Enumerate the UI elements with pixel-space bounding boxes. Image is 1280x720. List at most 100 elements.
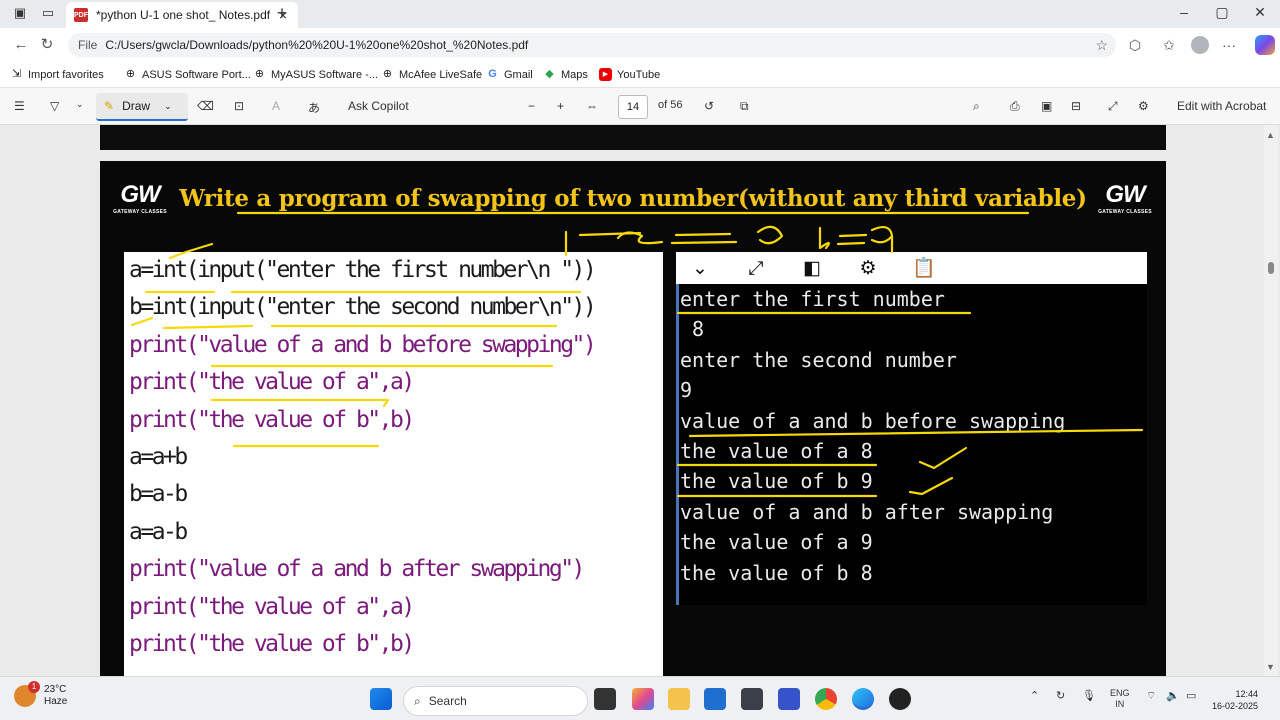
code-panel: a=int(input("enter the first number\n ")…: [124, 252, 663, 676]
taskbar-search[interactable]: ⌕ Search: [403, 686, 588, 716]
output-line: enter the second number: [680, 347, 957, 372]
fav-gmail[interactable]: G Gmail: [486, 68, 533, 81]
close-window-button[interactable]: ✕: [1250, 4, 1270, 21]
zoom-out-icon[interactable]: −: [528, 99, 535, 113]
new-tab-button[interactable]: +: [272, 3, 292, 23]
app-icon[interactable]: [741, 688, 763, 710]
zoom-in-icon[interactable]: +: [557, 99, 564, 113]
search-icon[interactable]: ⌕: [973, 99, 980, 114]
workspaces-icon[interactable]: ▣: [12, 5, 28, 21]
print-icon[interactable]: ⎙: [1010, 99, 1020, 114]
settings-icon[interactable]: ⚙: [1138, 99, 1149, 113]
page-view-icon[interactable]: ⧉: [740, 99, 749, 114]
fav-asus[interactable]: ⊕ ASUS Software Port...: [124, 68, 251, 81]
output-line: the value of a 9: [680, 530, 873, 555]
fav-label: Maps: [561, 68, 588, 81]
tab-actions-icon[interactable]: ▭: [40, 5, 56, 21]
weather-badge: 1: [28, 681, 40, 693]
fav-label: ASUS Software Port...: [142, 68, 251, 81]
clipboard-icon: 📋: [912, 258, 936, 279]
microphone-icon[interactable]: 🎙: [1082, 689, 1096, 702]
app-icon[interactable]: [889, 688, 911, 710]
fav-maps[interactable]: ◆ Maps: [543, 68, 588, 81]
pdf-icon: PDF: [74, 8, 88, 22]
fav-label: McAfee LiveSafe: [399, 68, 483, 81]
output-line: 8: [680, 317, 705, 342]
url-text: C:/Users/gwcla/Downloads/python%20%20U-1…: [105, 38, 529, 52]
fullscreen-icon[interactable]: ⤢: [1108, 99, 1118, 114]
search-icon: ⌕: [414, 693, 421, 708]
output-line: the value of b 9: [680, 469, 873, 494]
fav-myasus[interactable]: ⊕ MyASUS Software -...: [253, 68, 378, 81]
maximize-button[interactable]: ▢: [1212, 4, 1232, 21]
refresh-icon[interactable]: ↻: [38, 36, 56, 54]
lang-label: ENG: [1110, 688, 1130, 698]
rotate-icon[interactable]: ↺: [704, 99, 714, 113]
google-icon: G: [488, 68, 497, 80]
fav-mcafee[interactable]: ⊕ McAfee LiveSafe: [381, 68, 482, 81]
scrollbar[interactable]: [1264, 125, 1278, 676]
volume-icon[interactable]: 🔈: [1166, 689, 1180, 702]
save-as-icon[interactable]: ⊟: [1071, 99, 1081, 113]
edit-with-acrobat-button[interactable]: Edit with Acrobat: [1177, 99, 1266, 113]
page-number-input[interactable]: 14: [618, 95, 648, 119]
youtube-icon: ▶: [599, 68, 612, 81]
weather-widget[interactable]: 1 23°C Haze: [14, 681, 67, 708]
store-icon[interactable]: [704, 688, 726, 710]
fav-import[interactable]: ⇲ Import favorites: [10, 68, 104, 81]
language-indicator[interactable]: ENG IN: [1110, 688, 1130, 710]
scroll-thumb[interactable]: [1268, 262, 1274, 274]
read-aloud-icon[interactable]: A: [272, 99, 280, 113]
task-view-icon[interactable]: [594, 688, 616, 710]
minimize-button[interactable]: –: [1174, 4, 1194, 20]
battery-icon[interactable]: ▭: [1186, 689, 1196, 702]
save-icon[interactable]: ▣: [1041, 99, 1052, 113]
draw-button[interactable]: ✎ Draw ⌄: [96, 93, 188, 121]
extensions-icon[interactable]: ⬡: [1126, 36, 1144, 54]
translate-icon[interactable]: あ: [308, 99, 320, 116]
favorite-star-icon[interactable]: ☆: [1095, 37, 1108, 54]
previous-page-edge: [100, 125, 1166, 150]
profile-avatar[interactable]: [1191, 36, 1209, 54]
globe-icon: ⊕: [254, 68, 265, 80]
page-total: of 56: [658, 99, 683, 111]
app-icon[interactable]: [778, 688, 800, 710]
copilot-icon[interactable]: [1255, 35, 1275, 55]
contents-icon[interactable]: ☰: [14, 99, 25, 113]
ask-copilot-button[interactable]: Ask Copilot: [348, 99, 409, 113]
tab-pdf[interactable]: PDF *python U-1 one shot_ Notes.pdf ×: [66, 2, 298, 28]
globe-icon: ⊕: [382, 68, 393, 80]
highlight-icon[interactable]: ▽: [50, 99, 59, 113]
output-panel: enter the first number 8 enter the secon…: [676, 284, 1147, 605]
fav-youtube[interactable]: ▶ YouTube: [599, 68, 660, 81]
pdf-page: GW GATEWAY CLASSES GW GATEWAY CLASSES Wr…: [100, 161, 1166, 676]
clock[interactable]: 12:44 16-02-2025: [1210, 688, 1258, 712]
start-button[interactable]: [370, 688, 392, 710]
scroll-down-arrow[interactable]: ▼: [1266, 662, 1275, 672]
tab-title: *python U-1 one shot_ Notes.pdf: [96, 8, 271, 22]
copilot-app-icon[interactable]: [632, 688, 654, 710]
address-bar[interactable]: File C:/Users/gwcla/Downloads/python%20%…: [68, 33, 1116, 57]
chevron-down-icon: ⌄: [692, 258, 708, 279]
fav-label: Gmail: [504, 68, 533, 81]
address-bar-row: ← ↻ File C:/Users/gwcla/Downloads/python…: [0, 28, 1280, 62]
taskbar: 1 23°C Haze ⌕ Search ⌃ ↻ 🎙 ENG IN ⌔ 🔈 ▭ …: [0, 676, 1280, 720]
show-hidden-icons-icon[interactable]: ⌃: [1030, 689, 1039, 702]
import-icon: ⇲: [11, 68, 22, 80]
back-icon[interactable]: ←: [12, 36, 30, 54]
chrome-icon[interactable]: [815, 688, 837, 710]
fit-page-icon[interactable]: ⇔: [586, 99, 598, 113]
wifi-icon[interactable]: ⌔: [1146, 689, 1156, 703]
chevron-down-icon[interactable]: ⌄: [76, 99, 84, 110]
more-menu-icon[interactable]: ···: [1220, 36, 1238, 54]
code-line: print("the value of a",a): [129, 369, 415, 396]
eraser-icon[interactable]: ⌫: [197, 99, 214, 113]
sync-icon[interactable]: ↻: [1056, 689, 1065, 702]
favorites-icon[interactable]: ✩: [1160, 36, 1178, 54]
file-explorer-icon[interactable]: [668, 688, 690, 710]
edge-icon[interactable]: [852, 688, 874, 710]
scroll-up-arrow[interactable]: ▲: [1266, 130, 1275, 140]
code-line: a=int(input("enter the first number\n ")…: [129, 257, 597, 283]
text-box-icon[interactable]: ⊡: [234, 99, 244, 113]
code-line: print("the value of b",b): [129, 630, 415, 657]
